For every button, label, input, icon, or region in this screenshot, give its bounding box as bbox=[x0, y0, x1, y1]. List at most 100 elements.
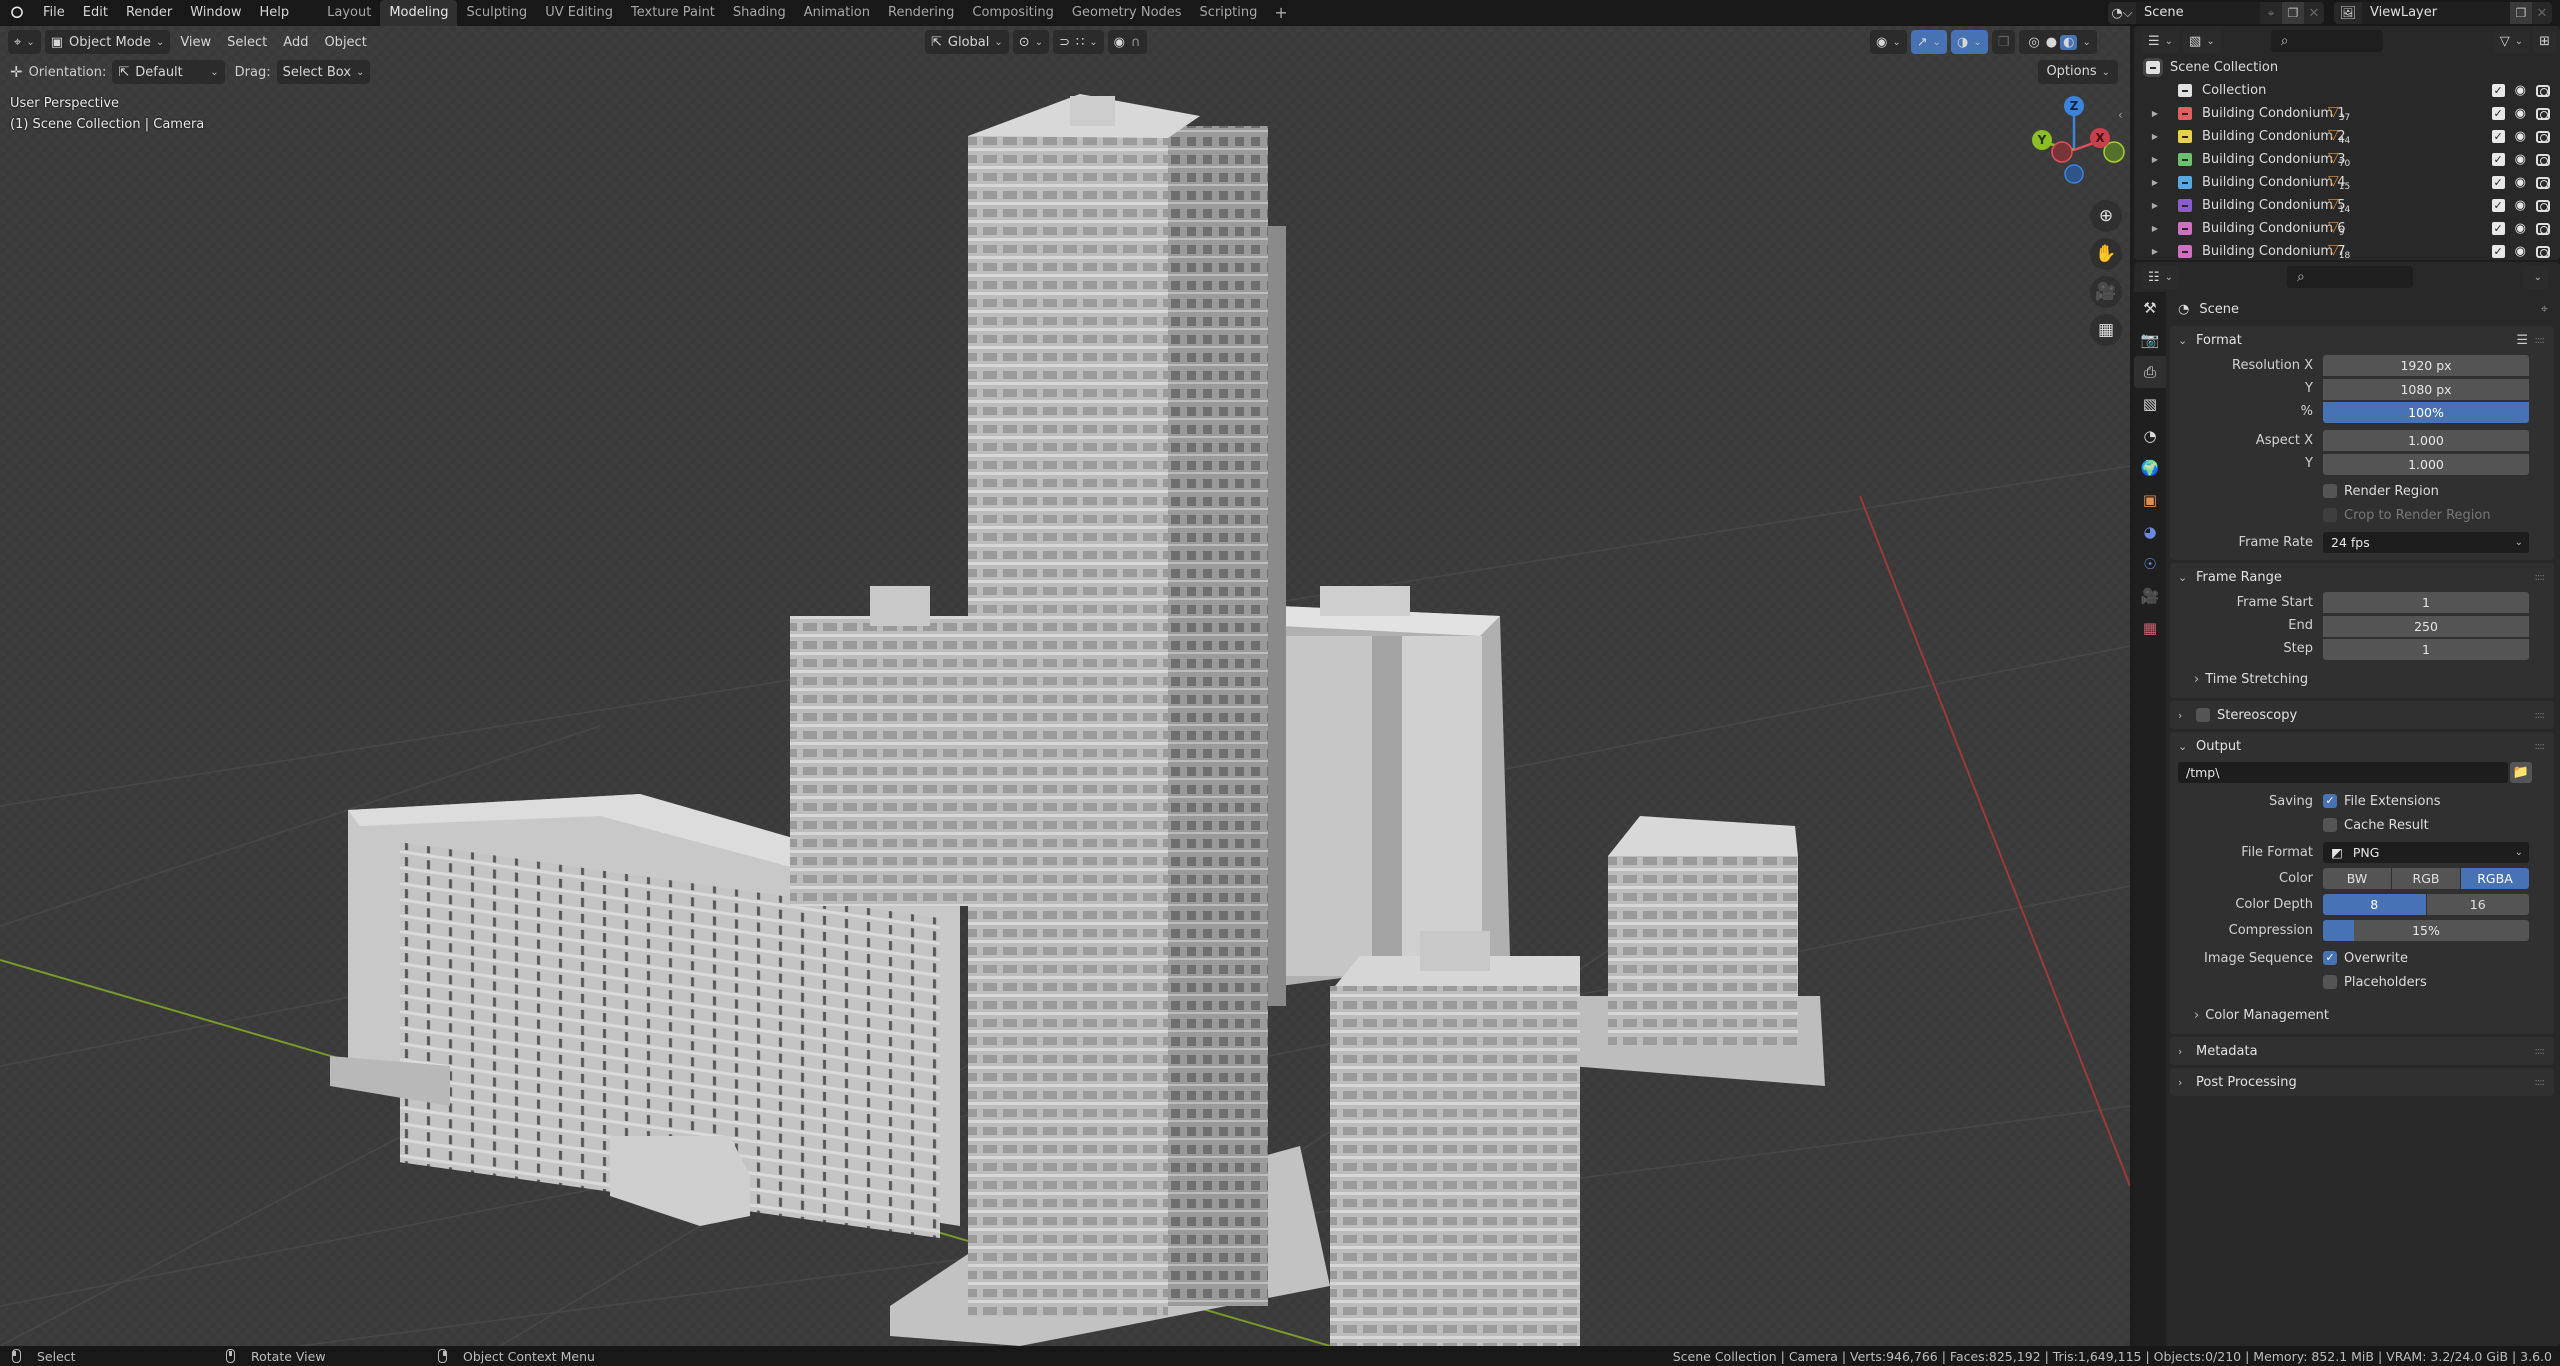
menu-object[interactable]: Object bbox=[318, 30, 372, 54]
xray-toggle[interactable]: ❐ bbox=[1991, 30, 2016, 54]
mesh-count-badge[interactable]: ▽15 bbox=[2328, 173, 2350, 192]
tab-texture-paint[interactable]: Texture Paint bbox=[622, 0, 724, 26]
tab-geometry-nodes[interactable]: Geometry Nodes bbox=[1063, 0, 1191, 26]
color-rgba-option[interactable]: RGBA bbox=[2461, 868, 2529, 889]
orthographic-grid-icon[interactable]: ▦ bbox=[2090, 314, 2122, 346]
render-camera-icon[interactable] bbox=[2536, 107, 2550, 120]
blender-logo-icon[interactable]: ⭘ bbox=[0, 0, 34, 26]
transform-orientation-dropdown[interactable]: ⇱ Global ⌄ bbox=[925, 30, 1009, 54]
menu-edit[interactable]: Edit bbox=[74, 0, 117, 26]
stereoscopy-panel-header[interactable]: › Stereoscopy :::: bbox=[2170, 701, 2554, 729]
exclude-checkbox[interactable]: ✓ bbox=[2491, 84, 2505, 97]
chevron-down-icon[interactable]: ⌄ bbox=[2082, 37, 2090, 48]
3d-viewport[interactable]: ⌖ ⌄ ▣ Object Mode ⌄ View Select Add Object … bbox=[0, 26, 2130, 1346]
scene-name-field[interactable]: Scene bbox=[2136, 2, 2260, 24]
exclude-checkbox[interactable]: ✓ bbox=[2491, 130, 2505, 143]
eye-icon[interactable]: ◉ bbox=[2515, 129, 2526, 144]
render-camera-icon[interactable] bbox=[2536, 245, 2550, 258]
color-depth-16-option[interactable]: 16 bbox=[2426, 894, 2529, 915]
duplicate-view-layer-icon[interactable]: ❐ bbox=[2510, 2, 2532, 24]
outliner-item[interactable]: ▶ Building Condonium 2 ▽44 ✓ ◉ bbox=[2134, 125, 2560, 148]
render-camera-icon[interactable] bbox=[2536, 130, 2550, 143]
outliner-item[interactable]: ▶ Building Condonium 3 ▽70 ✓ ◉ bbox=[2134, 148, 2560, 171]
constraints-tab-icon[interactable]: ☉ bbox=[2134, 548, 2166, 580]
mesh-count-badge[interactable]: ▽18 bbox=[2328, 242, 2350, 260]
render-tab-icon[interactable]: 📷 bbox=[2134, 324, 2166, 356]
frame-rate-dropdown[interactable]: 24 fps ⌄ bbox=[2323, 532, 2529, 553]
display-mode-dropdown[interactable]: ▧ ⌄ bbox=[2183, 29, 2221, 53]
exclude-checkbox[interactable]: ✓ bbox=[2491, 107, 2505, 120]
placeholders-checkbox[interactable] bbox=[2323, 975, 2337, 989]
crop-region-checkbox[interactable] bbox=[2323, 508, 2337, 522]
resolution-y-field[interactable]: 1080 px bbox=[2323, 378, 2529, 400]
eye-icon[interactable]: ◉ bbox=[2515, 152, 2526, 167]
color-bw-option[interactable]: BW bbox=[2323, 868, 2391, 889]
view-layer-name-field[interactable]: ViewLayer bbox=[2362, 2, 2510, 24]
drag-handle-icon[interactable]: :::: bbox=[2535, 335, 2546, 346]
sidebar-toggle-chevron-icon[interactable]: ‹ bbox=[2118, 108, 2123, 122]
pin-icon[interactable]: ⌖ bbox=[2260, 2, 2282, 24]
mode-dropdown[interactable]: ▣ Object Mode ⌄ bbox=[44, 30, 171, 54]
tab-shading[interactable]: Shading bbox=[724, 0, 795, 26]
object-tab-icon[interactable]: ▣ bbox=[2134, 484, 2166, 516]
expand-arrow-icon[interactable]: ▶ bbox=[2148, 224, 2162, 233]
frame-end-field[interactable]: 250 bbox=[2323, 615, 2529, 637]
menu-render[interactable]: Render bbox=[117, 0, 181, 26]
outliner-item[interactable]: ▶ Building Condonium 5 ▽14 ✓ ◉ bbox=[2134, 194, 2560, 217]
compression-slider[interactable]: 15% bbox=[2323, 920, 2529, 941]
menu-window[interactable]: Window bbox=[181, 0, 250, 26]
camera-data-tab-icon[interactable]: 🎥 bbox=[2134, 580, 2166, 612]
render-camera-icon[interactable] bbox=[2536, 176, 2550, 189]
drag-handle-icon[interactable]: :::: bbox=[2535, 572, 2546, 583]
physics-tab-icon[interactable]: ◕ bbox=[2134, 516, 2166, 548]
texture-tab-icon[interactable]: ▦ bbox=[2134, 612, 2166, 644]
outliner-item[interactable]: ▶ Building Condonium 1 ▽37 ✓ ◉ bbox=[2134, 102, 2560, 125]
mesh-count-badge[interactable]: ▽44 bbox=[2328, 127, 2350, 146]
color-rgb-option[interactable]: RGB bbox=[2392, 868, 2460, 889]
eye-icon[interactable]: ◉ bbox=[2515, 198, 2526, 213]
folder-icon[interactable]: 📁 bbox=[2510, 762, 2532, 783]
overwrite-checkbox[interactable]: ✓ bbox=[2323, 951, 2337, 965]
menu-view[interactable]: View bbox=[174, 30, 217, 54]
time-stretching-subpanel[interactable]: › Time Stretching bbox=[2170, 666, 2554, 692]
exclude-checkbox[interactable]: ✓ bbox=[2491, 222, 2505, 235]
tab-modeling[interactable]: Modeling bbox=[380, 0, 458, 26]
view-layer-tab-icon[interactable]: ▧ bbox=[2134, 388, 2166, 420]
view-layer-icon[interactable]: 🖼 bbox=[2334, 6, 2362, 21]
frame-range-panel-header[interactable]: ⌄ Frame Range :::: bbox=[2170, 563, 2554, 591]
color-depth-8-option[interactable]: 8 bbox=[2323, 894, 2426, 915]
presets-list-icon[interactable]: ☰ bbox=[2516, 333, 2528, 348]
drag-handle-icon[interactable]: :::: bbox=[2535, 710, 2546, 721]
stereoscopy-checkbox[interactable] bbox=[2196, 708, 2210, 722]
solid-shading-icon[interactable]: ● bbox=[2043, 35, 2060, 50]
duplicate-scene-icon[interactable]: ❐ bbox=[2282, 2, 2304, 24]
file-format-dropdown[interactable]: ◩ PNG ⌄ bbox=[2323, 842, 2529, 863]
wireframe-shading-icon[interactable]: ◎ bbox=[2025, 35, 2042, 50]
mesh-count-badge[interactable]: ▽37 bbox=[2328, 104, 2350, 123]
overlays-toggle[interactable]: ◑ ⌄ bbox=[1951, 30, 1988, 54]
tab-uv-editing[interactable]: UV Editing bbox=[536, 0, 622, 26]
properties-editor-type-button[interactable]: ☷ ⌄ bbox=[2142, 265, 2180, 289]
tool-tab-icon[interactable]: ⚒ bbox=[2134, 292, 2166, 324]
material-preview-icon[interactable]: ◐ bbox=[2060, 34, 2078, 50]
frame-start-field[interactable]: 1 bbox=[2323, 592, 2529, 613]
zoom-icon[interactable]: ⊕ bbox=[2090, 200, 2122, 232]
outliner-item[interactable]: ▶ Building Condonium 7 ▽18 ✓ ◉ bbox=[2134, 240, 2560, 260]
eye-icon[interactable]: ◉ bbox=[2515, 175, 2526, 190]
outliner-root-row[interactable]: Scene Collection bbox=[2134, 56, 2560, 79]
close-icon[interactable]: ✕ bbox=[2532, 6, 2552, 21]
menu-file[interactable]: File bbox=[34, 0, 74, 26]
drag-handle-icon[interactable]: :::: bbox=[2535, 1077, 2546, 1088]
expand-arrow-icon[interactable]: ▶ bbox=[2148, 109, 2162, 118]
output-path-input[interactable]: /tmp\ bbox=[2178, 762, 2508, 783]
render-camera-icon[interactable] bbox=[2536, 199, 2550, 212]
tab-animation[interactable]: Animation bbox=[795, 0, 879, 26]
exclude-checkbox[interactable]: ✓ bbox=[2491, 153, 2505, 166]
outliner-item[interactable]: Collection ✓ ◉ bbox=[2134, 79, 2560, 102]
expand-arrow-icon[interactable]: ▶ bbox=[2148, 201, 2162, 210]
metadata-panel-header[interactable]: › Metadata :::: bbox=[2170, 1037, 2554, 1065]
mesh-count-badge[interactable]: ▽9 bbox=[2328, 219, 2345, 238]
gizmo-toggle[interactable]: ↗ ⌄ bbox=[1910, 30, 1948, 54]
file-extensions-checkbox[interactable]: ✓ bbox=[2323, 794, 2337, 808]
eye-icon[interactable]: ◉ bbox=[2515, 106, 2526, 121]
